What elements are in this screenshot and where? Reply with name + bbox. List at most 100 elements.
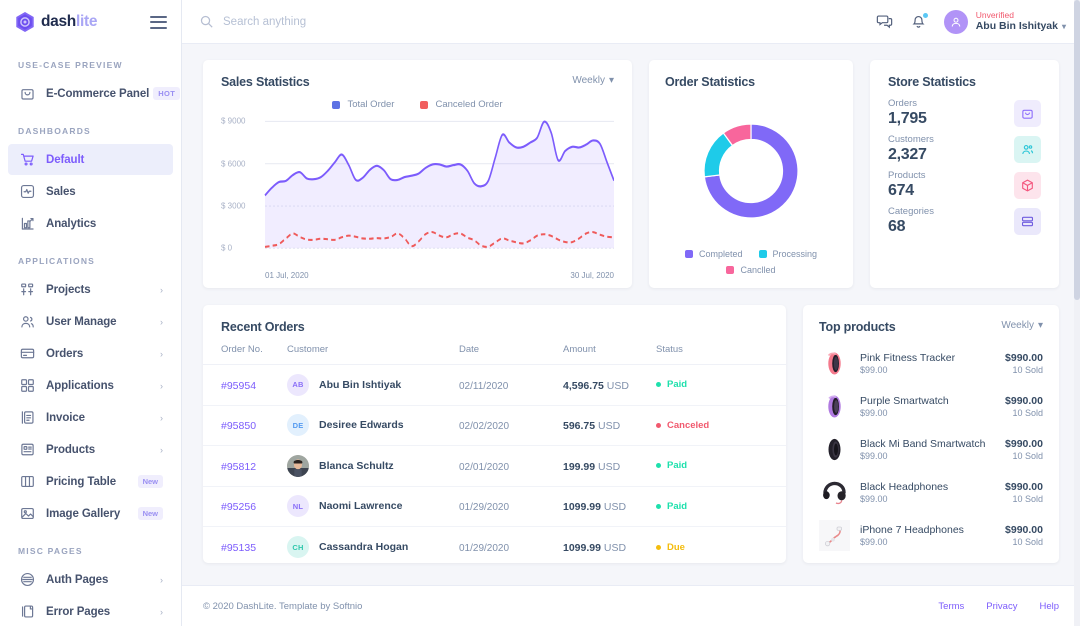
- customer-cell: ABAbu Bin Ishtiyak: [287, 374, 459, 396]
- table-row[interactable]: #95954ABAbu Bin Ishtiyak02/11/20204,596.…: [203, 365, 786, 406]
- brand-text-lite: lite: [76, 13, 97, 30]
- chevron-right-icon: ›: [160, 317, 163, 327]
- customer-cell: CHCassandra Hogan: [287, 536, 459, 558]
- status-badge: Paid: [656, 379, 786, 390]
- sidebar-item-analytics[interactable]: Analytics: [8, 208, 173, 239]
- store-stat-row: Customers2,327: [888, 134, 1041, 164]
- sales-card-title: Sales Statistics: [221, 75, 310, 89]
- sidebar-item-user-manage[interactable]: User Manage›: [8, 306, 173, 337]
- brand-logo[interactable]: dashlite: [14, 11, 97, 33]
- pink-band-icon: [819, 348, 850, 379]
- vertical-scrollbar[interactable]: [1074, 0, 1080, 626]
- sidebar-item-e-commerce-panel[interactable]: E-Commerce PanelHOT: [8, 78, 173, 109]
- notification-bell-icon[interactable]: [910, 13, 927, 30]
- sidebar-item-invoice[interactable]: Invoice›: [8, 402, 173, 433]
- table-row[interactable]: #95256NLNaomi Lawrence01/29/20201099.99 …: [203, 486, 786, 527]
- chevron-right-icon: ›: [160, 445, 163, 455]
- order-id-link[interactable]: #95954: [221, 380, 256, 392]
- product-icon: [18, 440, 37, 459]
- dashlite-hex-logo-icon: [14, 11, 36, 33]
- table-column-header: Status: [656, 344, 786, 365]
- sidebar-item-products[interactable]: Products›: [8, 434, 173, 465]
- product-sold-count: 10 Sold: [1005, 537, 1043, 547]
- table-column-header: Date: [459, 344, 563, 365]
- order-id-link[interactable]: #95256: [221, 501, 256, 513]
- scrollbar-thumb[interactable]: [1074, 0, 1080, 300]
- list-item[interactable]: Pink Fitness Tracker$99.00$990.0010 Sold: [819, 342, 1043, 385]
- sidebar-item-image-gallery[interactable]: Image GalleryNew: [8, 498, 173, 529]
- table-row[interactable]: #95812Blanca Schultz02/01/2020199.99 USD…: [203, 446, 786, 487]
- bag-icon: [18, 84, 37, 103]
- order-donut-chart: [689, 109, 813, 233]
- legend-item[interactable]: Total Order: [332, 99, 394, 110]
- order-statistics-card: Order Statistics CompletedProcessingCanc…: [649, 60, 853, 288]
- donut-legend-item[interactable]: Completed: [685, 249, 743, 259]
- squares-icon: [18, 376, 37, 395]
- table-column-header: Customer: [287, 344, 459, 365]
- page-footer: © 2020 DashLite. Template by Softnio Ter…: [182, 585, 1080, 626]
- sidebar-item-label: Sales: [46, 186, 163, 198]
- sales-area-chart: $ 0$ 3000$ 6000$ 900001 Jul, 202030 Jul,…: [221, 116, 614, 278]
- store-stat-label: Orders: [888, 98, 927, 109]
- sidebar-item-pricing-table[interactable]: Pricing TableNew: [8, 466, 173, 497]
- donut-legend-item[interactable]: Processing: [759, 249, 818, 259]
- x-axis-tick-label: 01 Jul, 2020: [265, 271, 309, 280]
- card-icon: [18, 344, 37, 363]
- product-total: $990.00: [1005, 438, 1043, 450]
- product-sold-count: 10 Sold: [1005, 451, 1043, 461]
- header-actions: Unverified Abu Bin Ishityak ▾: [876, 10, 1066, 34]
- list-item[interactable]: iPhone 7 Headphones$99.00$990.0010 Sold: [819, 514, 1043, 557]
- sidebar-item-sales[interactable]: Sales: [8, 176, 173, 207]
- product-price: $99.00: [860, 365, 995, 375]
- footer-link-privacy[interactable]: Privacy: [986, 601, 1017, 612]
- server-icon-tile: [1014, 208, 1041, 235]
- order-donut-chart-wrap: [665, 89, 837, 249]
- box-icon-tile: [1014, 172, 1041, 199]
- top-products-period-dropdown[interactable]: Weekly ▾: [1001, 320, 1043, 331]
- legend-label: Canceled Order: [435, 99, 502, 110]
- order-donut-legend: Completed Processing Canclled: [665, 249, 837, 278]
- search-area[interactable]: [200, 15, 876, 28]
- recent-orders-table: Order No.CustomerDateAmountStatus #95954…: [203, 344, 786, 567]
- sidebar-item-auth-pages[interactable]: Auth Pages›: [8, 564, 173, 595]
- customer-cell: Blanca Schultz: [287, 455, 459, 477]
- legend-label: Completed: [699, 249, 743, 259]
- sales-card-header: Sales Statistics Weekly ▾: [221, 75, 614, 89]
- chat-icon[interactable]: [876, 13, 893, 30]
- list-item[interactable]: Black Mi Band Smartwatch$99.00$990.0010 …: [819, 428, 1043, 471]
- sidebar-item-applications[interactable]: Applications›: [8, 370, 173, 401]
- footer-link-help[interactable]: Help: [1039, 601, 1059, 612]
- sales-chart-legend: Total Order Canceled Order: [221, 99, 614, 110]
- legend-item[interactable]: Canceled Order: [420, 99, 502, 110]
- product-price: $99.00: [860, 451, 995, 461]
- legend-swatch: [332, 101, 340, 109]
- order-id-link[interactable]: #95850: [221, 420, 256, 432]
- order-id-link[interactable]: #95135: [221, 542, 256, 554]
- footer-link-terms[interactable]: Terms: [938, 601, 964, 612]
- product-total: $990.00: [1005, 352, 1043, 364]
- order-amount: 4,596.75 USD: [563, 380, 629, 392]
- list-item[interactable]: Purple Smartwatch$99.00$990.0010 Sold: [819, 385, 1043, 428]
- list-item[interactable]: Black Headphones$99.00$990.0010 Sold: [819, 471, 1043, 514]
- sidebar-item-default[interactable]: Default: [8, 144, 173, 175]
- order-id-link[interactable]: #95812: [221, 461, 256, 473]
- sidebar-item-label: Products: [46, 444, 160, 456]
- sidebar-toggle-hamburger-icon[interactable]: [150, 16, 167, 29]
- product-sold-count: 10 Sold: [1005, 365, 1043, 375]
- top-products-card: Top products Weekly ▾ Pink Fitness Track…: [803, 305, 1059, 563]
- search-input[interactable]: [223, 16, 523, 28]
- status-dot-icon: [656, 504, 661, 509]
- sidebar-item-error-pages[interactable]: Error Pages›: [8, 596, 173, 626]
- user-menu-toggle[interactable]: Unverified Abu Bin Ishityak ▾: [944, 10, 1066, 34]
- product-sold-count: 10 Sold: [1005, 408, 1043, 418]
- product-price: $99.00: [860, 408, 995, 418]
- table-row[interactable]: #95850DEDesiree Edwards02/02/2020596.75 …: [203, 405, 786, 446]
- donut-legend-item[interactable]: Canclled: [726, 265, 775, 275]
- files-icon: [18, 602, 37, 621]
- table-body: #95954ABAbu Bin Ishtiyak02/11/20204,596.…: [203, 365, 786, 568]
- sidebar-item-projects[interactable]: Projects›: [8, 274, 173, 305]
- sidebar-item-orders[interactable]: Orders›: [8, 338, 173, 369]
- sales-period-dropdown[interactable]: Weekly ▾: [572, 75, 614, 86]
- search-icon: [200, 15, 213, 28]
- table-row[interactable]: #95135CHCassandra Hogan01/29/20201099.99…: [203, 527, 786, 568]
